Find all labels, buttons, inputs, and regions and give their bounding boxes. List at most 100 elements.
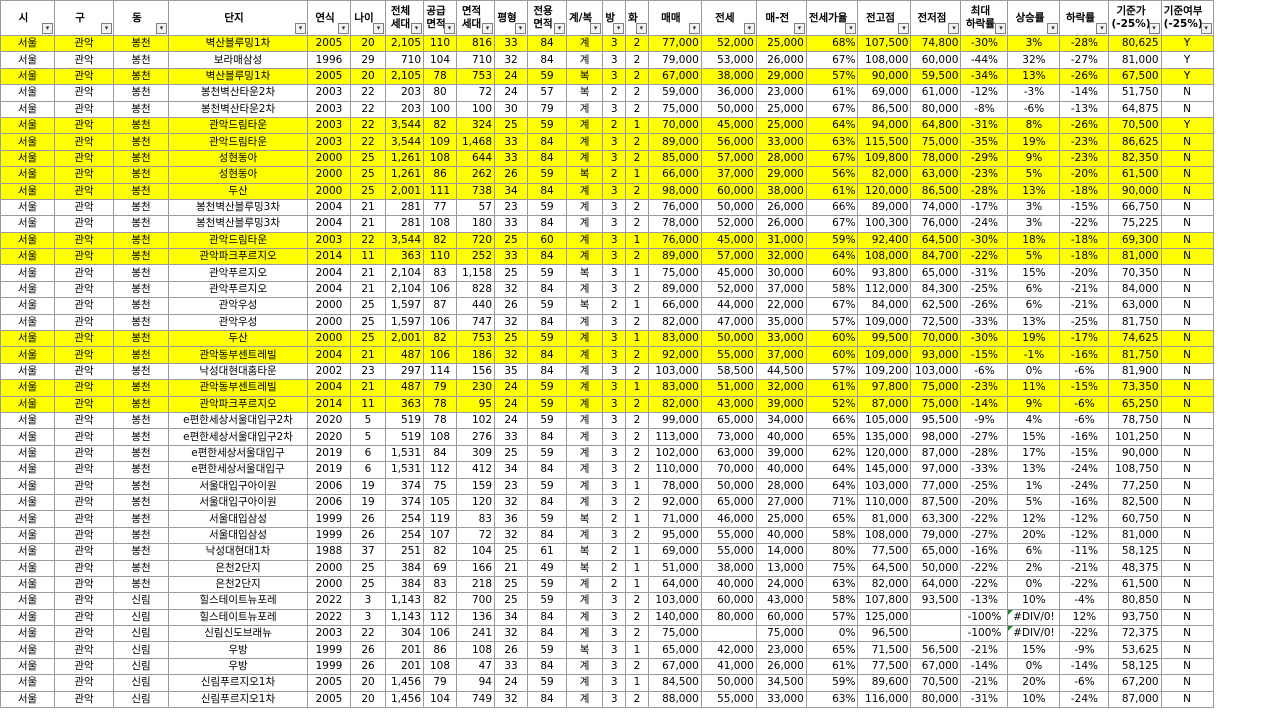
table-cell[interactable]: 신림신도브래뉴 xyxy=(168,625,308,643)
table-cell[interactable]: 1,597 xyxy=(385,313,424,332)
table-cell[interactable]: 계 xyxy=(565,461,604,479)
table-cell[interactable]: -12% xyxy=(960,84,1009,102)
table-cell[interactable]: 봉천벽산타운2차 xyxy=(168,100,308,118)
table-cell[interactable]: 82 xyxy=(423,330,457,348)
column-header-21[interactable]: 상승률 ▾ xyxy=(1007,0,1061,36)
table-cell[interactable]: 2 xyxy=(625,411,649,430)
table-cell[interactable]: 84 xyxy=(527,526,567,545)
table-cell[interactable]: 22 xyxy=(350,116,386,135)
table-cell[interactable]: 봉천 xyxy=(113,248,169,266)
table-cell[interactable]: 2019 xyxy=(307,461,351,479)
table-cell[interactable]: 82,000 xyxy=(857,575,912,594)
table-cell[interactable]: 3 xyxy=(602,313,627,332)
table-cell[interactable]: 83 xyxy=(423,264,457,282)
table-cell[interactable]: 계 xyxy=(565,198,604,217)
filter-dropdown-icon[interactable]: ▾ xyxy=(743,23,755,34)
table-cell[interactable]: 서울대입구아이원 xyxy=(168,493,308,512)
table-cell[interactable]: -12% xyxy=(1059,526,1110,545)
table-cell[interactable]: -16% xyxy=(960,543,1009,561)
table-cell[interactable]: 봉천 xyxy=(113,395,169,413)
table-cell[interactable]: 관악 xyxy=(54,84,114,102)
table-cell[interactable]: 서울대입삼성 xyxy=(168,510,308,528)
table-cell[interactable]: 412 xyxy=(456,461,495,479)
table-cell[interactable]: 25 xyxy=(350,575,386,594)
table-cell[interactable]: 22 xyxy=(350,133,386,151)
table-cell[interactable]: 82,000 xyxy=(647,313,702,332)
table-cell[interactable]: 2003 xyxy=(307,231,351,250)
table-cell[interactable]: 서울대입구아이원 xyxy=(168,477,308,495)
table-cell[interactable]: 2 xyxy=(625,182,649,200)
table-cell[interactable]: 19 xyxy=(350,477,386,495)
table-cell[interactable]: 서울 xyxy=(0,526,55,545)
table-cell[interactable]: 816 xyxy=(456,34,495,53)
table-cell[interactable]: 52,000 xyxy=(700,215,757,233)
table-cell[interactable]: 75,225 xyxy=(1108,215,1162,233)
table-cell[interactable]: -9% xyxy=(1059,641,1110,659)
table-cell[interactable]: 92,400 xyxy=(857,231,912,250)
table-cell[interactable]: 봉천 xyxy=(113,116,169,135)
table-cell[interactable]: 34 xyxy=(494,461,528,479)
table-cell[interactable]: 우방 xyxy=(168,657,308,676)
table-cell[interactable]: 103,000 xyxy=(647,592,702,610)
table-cell[interactable]: 67,000 xyxy=(910,657,962,676)
table-cell[interactable]: 26 xyxy=(350,510,386,528)
table-cell[interactable]: 700 xyxy=(456,592,495,610)
table-cell[interactable]: 봉천 xyxy=(113,543,169,561)
column-header-23[interactable]: 기준가 (-25%) ▾ xyxy=(1108,0,1162,36)
table-cell[interactable]: 24 xyxy=(494,67,528,86)
table-cell[interactable]: 서울 xyxy=(0,575,55,594)
table-cell[interactable]: 35 xyxy=(494,362,528,381)
column-header-14[interactable]: 매매 ▾ xyxy=(647,0,702,36)
table-cell[interactable]: 12% xyxy=(1007,510,1061,528)
table-cell[interactable]: 2000 xyxy=(307,575,351,594)
table-cell[interactable]: 102,000 xyxy=(647,444,702,463)
table-cell[interactable]: -44% xyxy=(960,51,1009,69)
table-cell[interactable]: 60,750 xyxy=(1108,510,1162,528)
table-cell[interactable]: 관악 xyxy=(54,100,114,118)
table-cell[interactable]: 2003 xyxy=(307,625,351,643)
table-cell[interactable]: 56% xyxy=(805,166,859,184)
table-cell[interactable]: 1 xyxy=(625,379,649,397)
table-cell[interactable]: 32 xyxy=(494,493,528,512)
table-cell[interactable]: 2 xyxy=(625,313,649,332)
table-cell[interactable]: 67% xyxy=(805,51,859,69)
table-cell[interactable]: 69 xyxy=(423,559,457,577)
table-cell[interactable]: -16% xyxy=(1059,493,1110,512)
table-cell[interactable]: 서울 xyxy=(0,166,55,184)
filter-dropdown-icon[interactable]: ▾ xyxy=(845,23,857,34)
table-cell[interactable]: 51,000 xyxy=(700,379,757,397)
table-cell[interactable]: 115,500 xyxy=(857,133,912,151)
filter-dropdown-icon[interactable]: ▾ xyxy=(42,23,53,34)
table-cell[interactable]: 112 xyxy=(423,461,457,479)
table-cell[interactable]: 1,143 xyxy=(385,592,424,610)
table-cell[interactable]: 봉천 xyxy=(113,67,169,86)
table-cell[interactable]: 109,000 xyxy=(857,313,912,332)
table-cell[interactable]: 24 xyxy=(494,395,528,413)
table-cell[interactable]: 80,000 xyxy=(910,100,962,118)
table-cell[interactable]: 116,000 xyxy=(857,690,912,709)
table-cell[interactable]: 1996 xyxy=(307,51,351,69)
filter-dropdown-icon[interactable]: ▾ xyxy=(554,23,565,34)
table-cell[interactable]: 487 xyxy=(385,379,424,397)
table-cell[interactable]: Y xyxy=(1160,116,1214,135)
table-cell[interactable]: 1,261 xyxy=(385,149,424,168)
table-cell[interactable]: 2,104 xyxy=(385,280,424,299)
table-cell[interactable]: Y xyxy=(1160,34,1214,53)
table-cell[interactable]: 관악 xyxy=(54,133,114,151)
table-cell[interactable]: 3 xyxy=(602,346,627,364)
table-cell[interactable]: 114 xyxy=(423,362,457,381)
table-cell[interactable]: 벽산블루밍1차 xyxy=(168,34,308,53)
table-cell[interactable]: 관악 xyxy=(54,411,114,430)
filter-dropdown-icon[interactable]: ▾ xyxy=(898,23,910,34)
table-cell[interactable]: 2,105 xyxy=(385,34,424,53)
table-cell[interactable]: 82,000 xyxy=(857,166,912,184)
table-cell[interactable]: 2 xyxy=(625,608,649,627)
table-cell[interactable]: 84 xyxy=(527,461,567,479)
table-cell[interactable]: 21 xyxy=(494,559,528,577)
table-cell[interactable]: 관악 xyxy=(54,346,114,364)
table-cell[interactable]: 82 xyxy=(423,231,457,250)
table-cell[interactable]: 3 xyxy=(602,641,627,659)
table-cell[interactable]: 2 xyxy=(602,297,627,315)
table-cell[interactable]: 봉천벽산블루밍3차 xyxy=(168,215,308,233)
table-cell[interactable]: 관악 xyxy=(54,592,114,610)
